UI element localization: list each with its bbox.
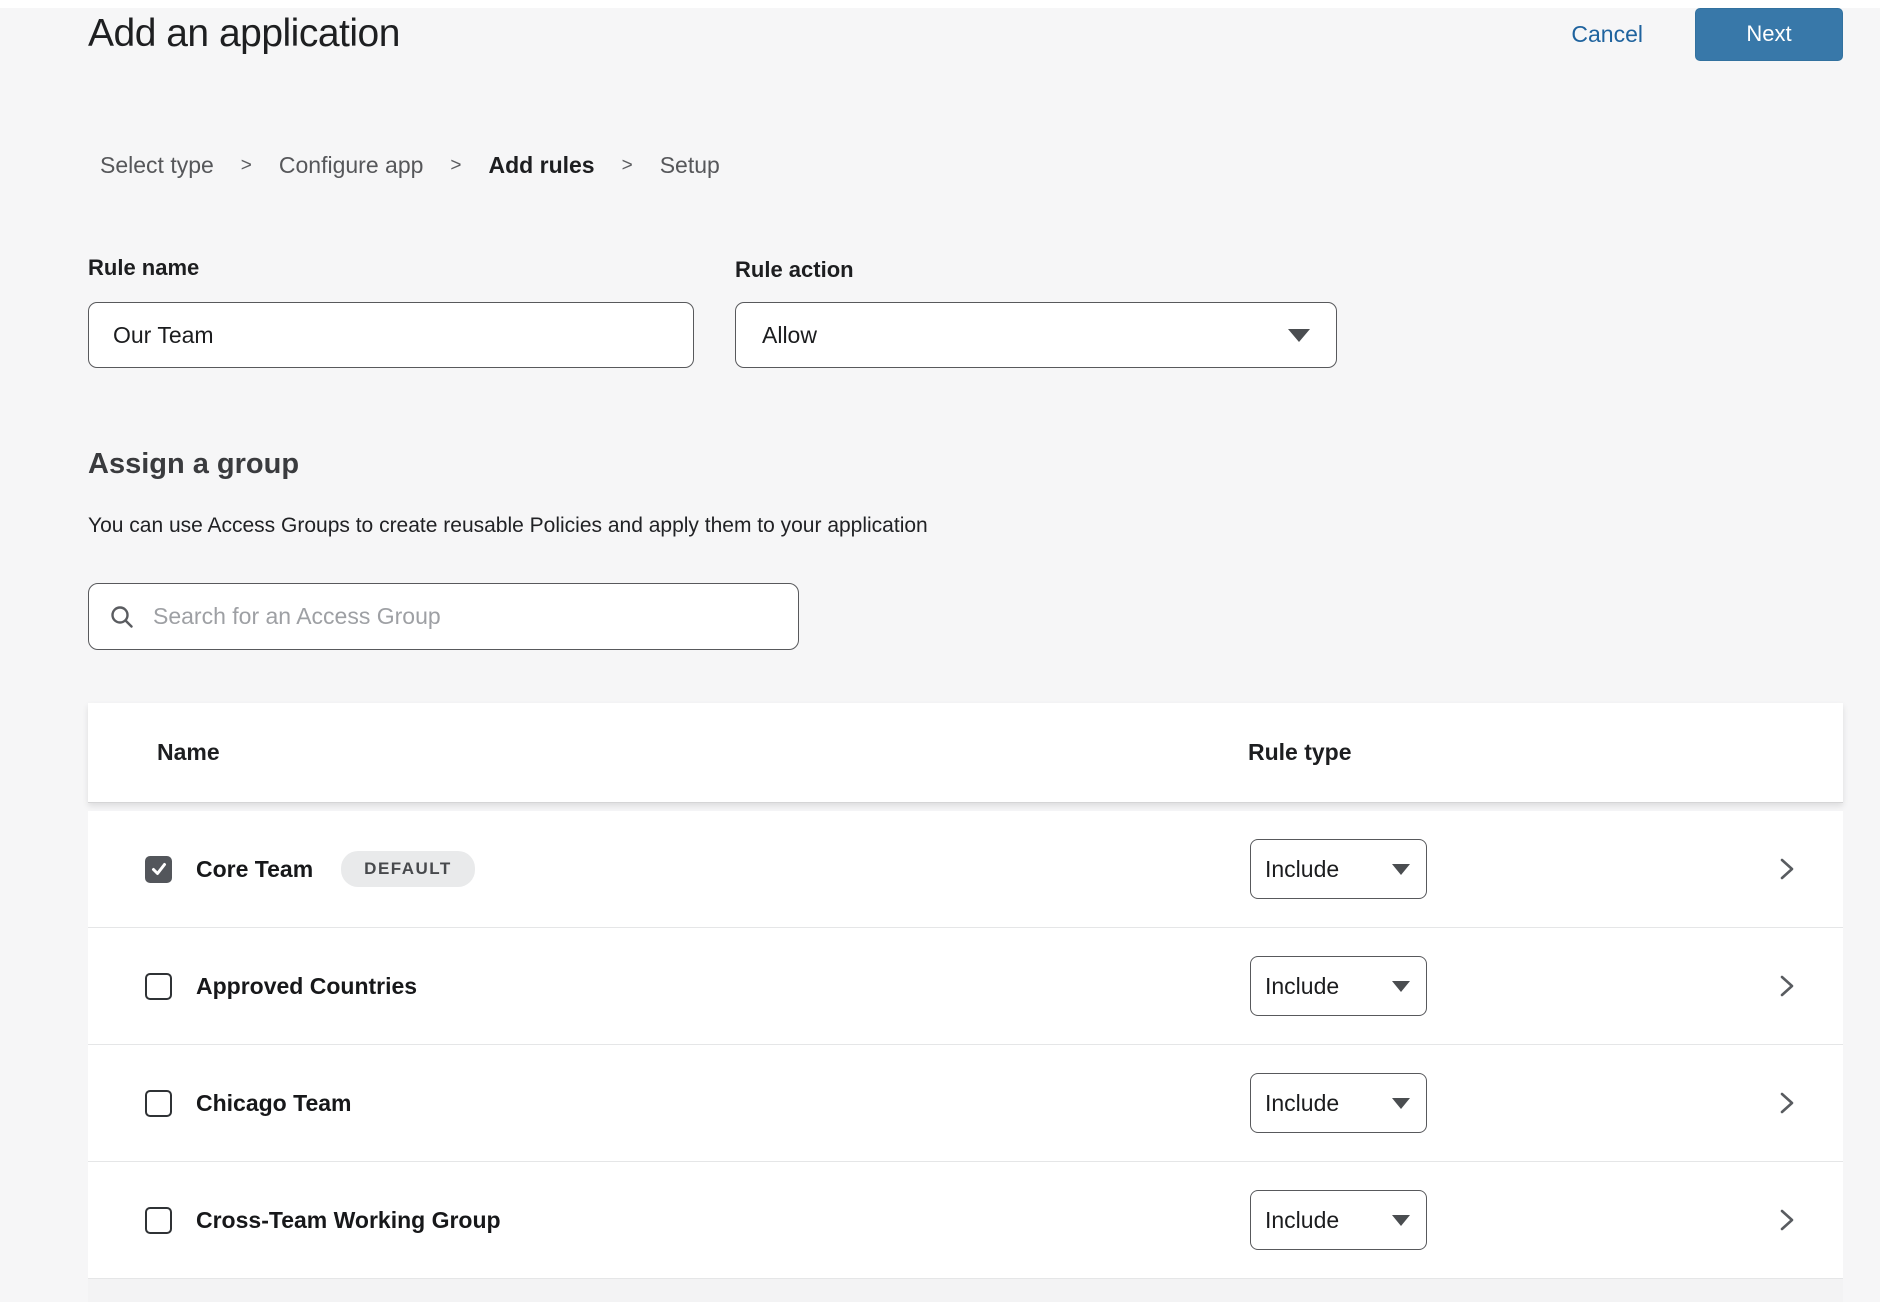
row-left: Core Team DEFAULT <box>145 851 475 887</box>
rule-action-label: Rule action <box>735 257 854 283</box>
caret-down-icon <box>1392 981 1410 992</box>
step-configure-app[interactable]: Configure app <box>279 152 424 179</box>
rule-type-value: Include <box>1265 1207 1339 1234</box>
chevron-right-icon[interactable] <box>1773 1090 1799 1116</box>
rule-name-label: Rule name <box>88 255 199 281</box>
chevron-right-icon[interactable] <box>1773 856 1799 882</box>
next-row-partial <box>88 1279 1843 1302</box>
assign-group-description: You can use Access Groups to create reus… <box>88 514 928 538</box>
caret-down-icon <box>1392 1215 1410 1226</box>
chevron-right-icon[interactable] <box>1773 1207 1799 1233</box>
row-left: Cross-Team Working Group <box>145 1207 501 1234</box>
rule-type-select[interactable]: Include <box>1250 839 1427 899</box>
caret-down-icon <box>1392 1098 1410 1109</box>
breadcrumb: Select type > Configure app > Add rules … <box>100 152 720 179</box>
access-group-search[interactable] <box>88 583 799 650</box>
rule-type-value: Include <box>1265 856 1339 883</box>
breadcrumb-separator: > <box>241 155 252 177</box>
row-left: Approved Countries <box>145 973 417 1000</box>
rule-action-value: Allow <box>762 322 817 349</box>
rule-type-select[interactable]: Include <box>1250 956 1427 1016</box>
table-header: Name Rule type <box>88 703 1843 803</box>
column-header-rule-type: Rule type <box>1248 739 1352 766</box>
group-name: Chicago Team <box>196 1090 352 1117</box>
rule-type-select[interactable]: Include <box>1250 1190 1427 1250</box>
search-icon <box>109 604 135 630</box>
table-row[interactable]: Cross-Team Working Group Include <box>88 1162 1843 1279</box>
group-name: Core Team <box>196 856 313 883</box>
rule-type-value: Include <box>1265 1090 1339 1117</box>
caret-down-icon <box>1392 864 1410 875</box>
rule-type-select[interactable]: Include <box>1250 1073 1427 1133</box>
caret-down-icon <box>1288 329 1310 342</box>
assign-group-heading: Assign a group <box>88 448 299 481</box>
column-header-name: Name <box>157 739 220 766</box>
step-setup[interactable]: Setup <box>660 152 720 179</box>
table-row[interactable]: Chicago Team Include <box>88 1045 1843 1162</box>
group-name: Approved Countries <box>196 973 417 1000</box>
rule-type-value: Include <box>1265 973 1339 1000</box>
checkmark-icon <box>150 860 168 878</box>
default-badge: DEFAULT <box>341 851 475 887</box>
page-title: Add an application <box>88 12 400 56</box>
add-application-page: Add an application Cancel Next Select ty… <box>0 0 1880 1302</box>
next-button[interactable]: Next <box>1695 8 1843 61</box>
step-add-rules[interactable]: Add rules <box>489 152 595 179</box>
rule-action-select[interactable]: Allow <box>735 302 1337 368</box>
breadcrumb-separator: > <box>622 155 633 177</box>
rule-name-input[interactable]: Our Team <box>88 302 694 368</box>
search-input[interactable] <box>151 602 778 631</box>
breadcrumb-separator: > <box>450 155 461 177</box>
cancel-button[interactable]: Cancel <box>1571 21 1643 48</box>
row-left: Chicago Team <box>145 1090 352 1117</box>
row-checkbox[interactable] <box>145 856 172 883</box>
step-select-type[interactable]: Select type <box>100 152 214 179</box>
chevron-right-icon[interactable] <box>1773 973 1799 999</box>
row-checkbox[interactable] <box>145 1090 172 1117</box>
top-strip <box>0 0 1880 8</box>
row-checkbox[interactable] <box>145 973 172 1000</box>
group-name: Cross-Team Working Group <box>196 1207 501 1234</box>
table-row[interactable]: Core Team DEFAULT Include <box>88 811 1843 928</box>
rule-name-value: Our Team <box>113 322 214 349</box>
table-row[interactable]: Approved Countries Include <box>88 928 1843 1045</box>
header-actions: Cancel Next <box>1571 8 1843 60</box>
row-checkbox[interactable] <box>145 1207 172 1234</box>
access-group-table: Core Team DEFAULT Include Approved Count… <box>88 811 1843 1302</box>
